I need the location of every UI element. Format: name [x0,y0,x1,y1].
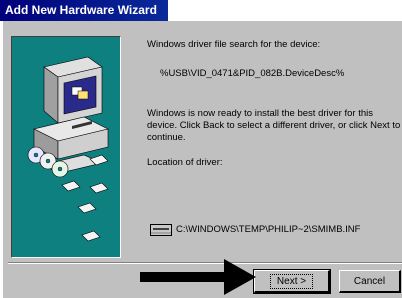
title-bar-cropped-area [168,0,402,21]
ready-message: Windows is now ready to install the best… [147,108,401,143]
window-title: Add New Hardware Wizard [5,3,157,17]
computer-and-disks-icon [27,56,109,242]
next-button-label: Next > [269,274,314,289]
arrow-annotation [140,259,256,295]
cancel-button-label: Cancel [353,276,386,287]
title-bar: Add New Hardware Wizard [0,0,168,21]
disk-drive-icon [150,224,172,236]
wizard-window: Add New Hardware Wizard Windows driver f… [0,0,402,298]
location-label: Location of driver: [147,157,223,168]
search-heading: Windows driver file search for the devic… [147,39,321,50]
wizard-illustration [11,36,121,258]
next-button[interactable]: Next > [253,269,331,294]
cancel-button[interactable]: Cancel [339,270,401,293]
window-edge [0,21,3,298]
driver-path: C:\WINDOWS\TEMP\PHILIP~2\SMIMB.INF [176,224,361,235]
device-id: %USB\VID_0471&PID_082B.DeviceDesc% [160,68,345,79]
